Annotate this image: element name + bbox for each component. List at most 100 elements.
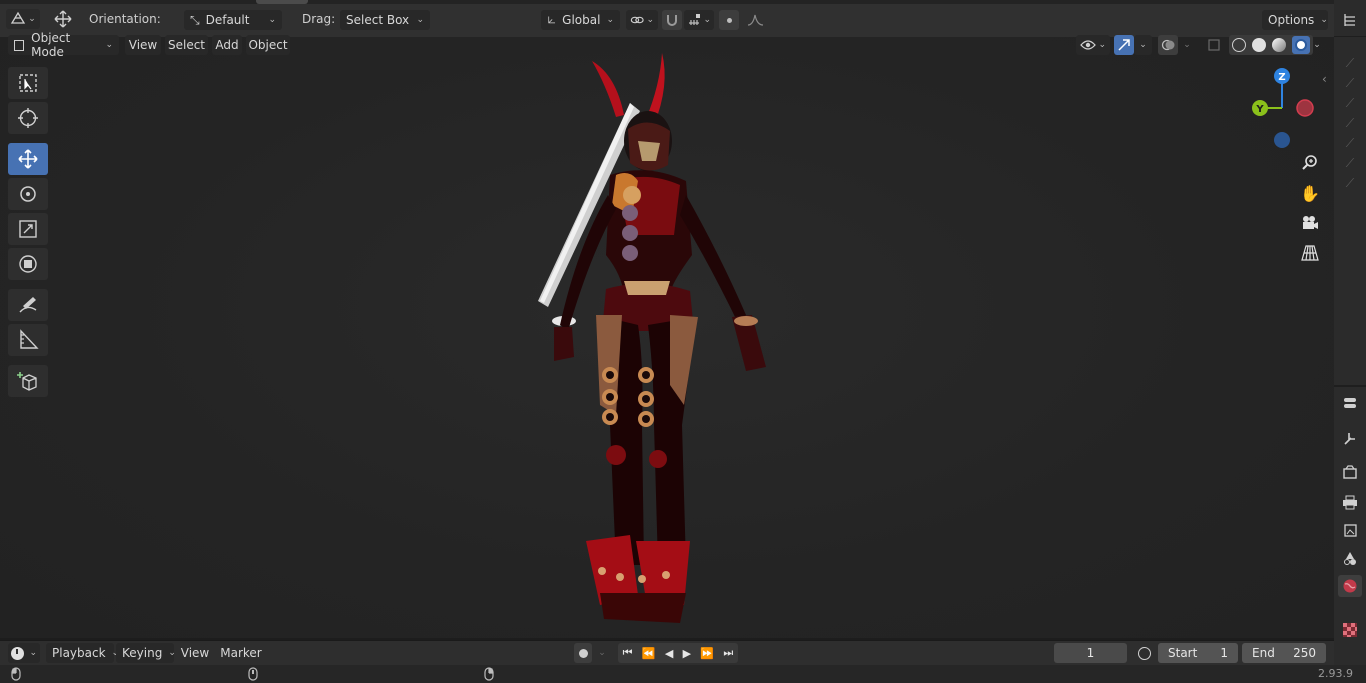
menu-add[interactable]: Add	[212, 35, 242, 55]
options-dropdown[interactable]: Options ⌄	[1262, 10, 1328, 30]
gizmo-dropdown[interactable]: ⌄	[1134, 35, 1152, 55]
timeline-editor-type-button[interactable]: ⌄	[8, 643, 40, 663]
transform-orientation-dropdown[interactable]: Global ⌄	[541, 10, 620, 30]
orientation-dropdown[interactable]: ⤡ Default ⌄	[184, 10, 282, 30]
gizmo-y-label: Y	[1255, 104, 1264, 115]
start-frame-value: 1	[1220, 646, 1228, 660]
overlays-toggle[interactable]	[1158, 35, 1178, 55]
output-properties-tab[interactable]	[1338, 491, 1362, 513]
magnet-icon	[667, 15, 677, 26]
select-box-tool[interactable]	[8, 67, 48, 99]
navigation-gizmo[interactable]: Z Y	[1244, 66, 1320, 152]
gizmo-neg-x-axis[interactable]	[1296, 99, 1314, 117]
transform-pivot-button[interactable]	[48, 9, 78, 29]
character-model[interactable]	[520, 45, 780, 630]
outliner-row-2[interactable]: ⟋	[1338, 72, 1362, 94]
render-properties-tab[interactable]	[1338, 462, 1362, 484]
gizmo-neg-z-axis[interactable]	[1274, 132, 1290, 148]
shading-buttons	[1229, 35, 1313, 55]
measure-tool[interactable]	[8, 324, 48, 356]
cursor-icon	[18, 108, 38, 128]
timeline-view-menu[interactable]: View	[177, 643, 213, 663]
world-properties-tab[interactable]	[1338, 575, 1362, 597]
rotate-tool[interactable]	[8, 178, 48, 210]
scene-properties-tab[interactable]	[1338, 547, 1362, 569]
outliner-button[interactable]	[1338, 9, 1362, 31]
snap-toggle[interactable]	[662, 10, 682, 30]
playback-menu[interactable]: Playback ⌄	[46, 643, 119, 663]
visibility-dropdown[interactable]: ⌄	[1076, 35, 1110, 55]
scale-tool[interactable]	[8, 213, 48, 245]
transform-space-value: Global	[562, 13, 601, 27]
timeline-view-label: View	[180, 646, 210, 660]
outliner-row-6[interactable]: ⟋	[1338, 152, 1362, 174]
jump-end-icon[interactable]: ⏭	[723, 646, 733, 660]
auto-keying-dropdown[interactable]: ⌄	[593, 643, 611, 663]
keying-menu[interactable]: Keying ⌄	[116, 643, 176, 663]
gizmo-toggle[interactable]	[1114, 35, 1134, 55]
outliner-row-4[interactable]: ⟋	[1338, 112, 1362, 134]
mouse-right-icon	[484, 667, 494, 681]
menu-view[interactable]: View	[125, 35, 161, 55]
editor-type-button[interactable]: ⌄	[6, 9, 40, 29]
play-icon[interactable]: ▶	[683, 647, 691, 660]
xray-toggle[interactable]	[1204, 35, 1224, 55]
proportional-edit-toggle[interactable]	[719, 10, 739, 30]
outliner-row-5[interactable]: ⟋	[1338, 132, 1362, 154]
zoom-button[interactable]	[1298, 152, 1322, 174]
shading-dropdown[interactable]: ⌄	[1308, 35, 1326, 55]
chevron-down-icon: ⌄	[28, 14, 36, 24]
pan-button[interactable]: ✋	[1298, 182, 1322, 204]
solid-shading-icon[interactable]	[1252, 38, 1266, 52]
properties-editor-button[interactable]	[1338, 392, 1362, 414]
camera-view-button[interactable]	[1298, 212, 1322, 234]
drag-dropdown[interactable]: Select Box ⌄	[340, 10, 430, 30]
sidebar-expand-icon[interactable]: ‹	[1322, 72, 1327, 86]
start-frame-label: Start	[1168, 646, 1198, 660]
outliner-icon	[1344, 14, 1355, 26]
stopwatch-icon	[1137, 646, 1151, 660]
jump-start-icon[interactable]: ⏮	[623, 646, 633, 660]
add-cube-tool[interactable]	[8, 365, 48, 397]
pivot-point-dropdown[interactable]: ⌄	[626, 10, 658, 30]
view-layer-properties-tab[interactable]	[1338, 519, 1362, 541]
mode-dropdown[interactable]: Object Mode ⌄	[8, 31, 119, 59]
outliner-row-3[interactable]: ⟋	[1338, 92, 1362, 114]
transform-tool[interactable]	[8, 248, 48, 280]
render-camera-icon	[1343, 465, 1357, 479]
annotate-tool[interactable]	[8, 289, 48, 321]
menu-object[interactable]: Object	[246, 35, 290, 55]
outliner-row-7[interactable]: ⟋	[1338, 172, 1362, 194]
eye-icon	[1080, 40, 1096, 50]
viewport-editor-icon	[11, 11, 26, 24]
cursor-tool[interactable]	[8, 102, 48, 134]
grid-perspective-icon	[1301, 245, 1319, 261]
transform-icon	[19, 255, 37, 273]
wireframe-shading-icon[interactable]	[1232, 38, 1246, 52]
start-frame-field[interactable]: Start 1	[1158, 643, 1238, 663]
next-keyframe-icon[interactable]: ⏩	[700, 647, 714, 660]
use-preview-range-toggle[interactable]	[1134, 643, 1154, 663]
tool-shelf	[8, 67, 50, 400]
previous-keyframe-icon[interactable]: ⏪	[642, 647, 656, 660]
chevron-down-icon: ⌄	[703, 15, 711, 25]
chevron-down-icon: ⌄	[598, 648, 606, 658]
scene-icon	[1344, 552, 1356, 565]
chevron-down-icon: ⌄	[1313, 40, 1321, 50]
tool-properties-tab[interactable]	[1338, 427, 1362, 449]
perspective-toggle-button[interactable]	[1298, 242, 1322, 264]
material-shading-icon[interactable]	[1272, 38, 1286, 52]
snap-target-dropdown[interactable]: ⌄	[684, 10, 714, 30]
current-frame-field[interactable]: 1	[1054, 643, 1127, 663]
menu-select[interactable]: Select	[165, 35, 208, 55]
move-arrows-icon	[54, 10, 72, 28]
marker-menu[interactable]: Marker	[218, 643, 264, 663]
texture-properties-tab[interactable]	[1338, 619, 1362, 641]
play-reverse-icon[interactable]: ◀	[665, 647, 673, 660]
falloff-dropdown[interactable]	[741, 10, 771, 30]
end-frame-field[interactable]: End 250	[1242, 643, 1326, 663]
outliner-row-1[interactable]: ⟋	[1338, 52, 1362, 74]
move-tool[interactable]	[8, 143, 48, 175]
auto-keying-toggle[interactable]	[574, 643, 592, 663]
overlays-dropdown[interactable]: ⌄	[1178, 35, 1196, 55]
